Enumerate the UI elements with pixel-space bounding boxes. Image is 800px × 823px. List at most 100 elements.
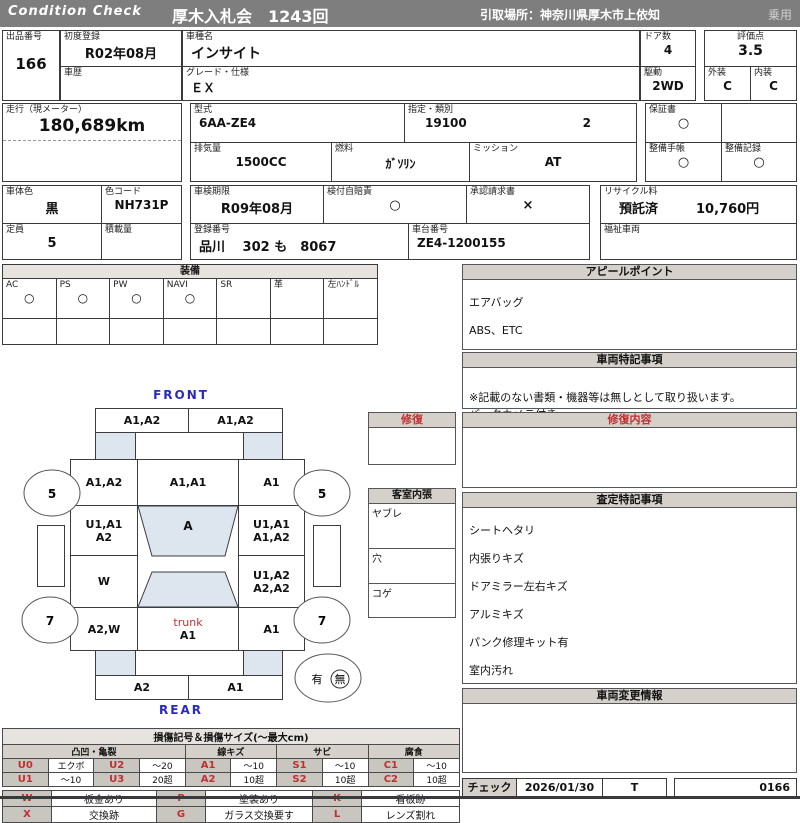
equip-pw: PW ○	[110, 279, 164, 318]
doors-value: 4	[663, 43, 673, 57]
model-code-cell: 型式 6AA-ZE4	[191, 104, 405, 142]
brand-logo: Condition Check	[8, 4, 142, 19]
vehicle-notes-title: 車両特記事項	[463, 353, 796, 368]
inspection-bottom-row: 登録番号 品川 302 も 8067 車台番号 ZE4-1200155	[191, 224, 589, 259]
equip-ps-value: ○	[77, 291, 89, 305]
legend-code: A1	[184, 758, 232, 773]
docs-top-row: 保証書 ○	[646, 104, 796, 143]
history-label: 車歴	[64, 68, 83, 78]
equip-empty-cell	[271, 319, 325, 344]
legend-group-dent: 凸凹・亀裂	[2, 744, 186, 759]
model-label: 車種名	[186, 32, 214, 42]
mileage-box: 走行（現メーター） 180,689km	[2, 103, 182, 182]
legend-val: ガラス交換要す	[205, 806, 313, 823]
class-cell: 指定・類別 19100 2	[405, 104, 636, 142]
legend-val: エクボ	[47, 758, 95, 773]
equip-empty-cell	[57, 319, 111, 344]
legend-size-table: 損傷記号＆損傷サイズ(～最大cm) 凸凹・亀裂 線キズ サビ 腐食 U0 エクボ …	[2, 728, 460, 787]
legend-mark-table: W板金あり P塗装あり K看板跡 X交換跡 Gガラス交換要す Lレンズ割れ	[2, 790, 460, 823]
exterior-label: 外装	[708, 68, 727, 78]
legend-code: U3	[93, 772, 141, 787]
equip-ac: AC ○	[3, 279, 57, 318]
check-label: チェック	[462, 778, 517, 797]
equip-leather-label: 革	[273, 280, 283, 290]
equip-sr-label: SR	[220, 280, 233, 290]
assessment-item: パンク修理キット有	[469, 636, 569, 649]
legend-group-rust: サビ	[276, 744, 369, 759]
repair-flag-box: 修復	[368, 412, 456, 465]
score-value: 3.5	[738, 43, 763, 59]
auction-title: 厚木入札会 1243回	[172, 7, 329, 26]
body-color-value: 黒	[45, 202, 59, 217]
transmission-value: AT	[544, 155, 562, 169]
drive-label: 駆動	[644, 68, 663, 78]
fuel-value: ｶﾞｿﾘﾝ	[385, 157, 416, 171]
ext-int-cells: 外装 C 内装 C	[705, 67, 796, 100]
warranty-label: 保証書	[649, 105, 677, 115]
chassis-cell: 車台番号 ZE4-1200155	[409, 224, 589, 259]
header-bar: Condition Check 厚木入札会 1243回 引取場所：神奈川県厚木市…	[0, 0, 800, 27]
assessment-item: 室内汚れ	[469, 664, 513, 677]
legend-val: 20超	[139, 772, 186, 787]
rear-window-shape	[137, 571, 239, 608]
maintenance-record-cell: 整備記録 ○	[722, 143, 796, 181]
displacement-label: 排気量	[194, 144, 222, 154]
lining-row-hole: 穴	[369, 549, 455, 584]
capacity-value: 5	[47, 236, 57, 251]
color-code-label: 色コード	[105, 187, 142, 197]
inspection-cell: 車検期限 R09年08月	[191, 186, 324, 223]
displacement-value: 1500CC	[235, 155, 287, 169]
inspection-top-row: 車検期限 R09年08月 検付自賠責 ○ 承認請求書 ×	[191, 186, 589, 224]
score-label: 評価点	[736, 32, 764, 42]
class-sub: 2	[582, 116, 591, 130]
lot-number-value: 166	[15, 55, 47, 73]
inspection-label: 車検期限	[194, 187, 231, 197]
displacement-cell: 排気量 1500CC	[191, 143, 332, 181]
chassis-value: ZE4-1200155	[417, 236, 506, 250]
warranty-value: ○	[677, 116, 690, 131]
recycle-box: リサイクル料 預託済 10,760円 福祉車両	[600, 185, 797, 260]
equip-leather: 革	[271, 279, 325, 318]
spare-yes-label: 有	[312, 672, 323, 686]
recycle-label: リサイクル料	[604, 187, 658, 197]
vehicle-class: 乗用	[767, 8, 792, 22]
lot-number-box: 出品番号 166	[2, 30, 60, 101]
history-cell: 車歴	[61, 67, 181, 100]
legend-code: C2	[367, 772, 415, 787]
legend-title: 損傷記号＆損傷サイズ(～最大cm)	[2, 728, 460, 745]
equip-ps: PS ○	[57, 279, 111, 318]
transmission-cell: ミッション AT	[470, 143, 636, 181]
check-row: チェック 2026/01/30 T 0166	[462, 778, 797, 797]
load-cell: 積載量	[102, 224, 181, 259]
legend-code: C1	[367, 758, 415, 773]
repair-detail-content	[463, 428, 796, 432]
legend-code: S1	[276, 758, 323, 773]
drive-cell: 駆動 2WD	[641, 67, 695, 100]
equip-lhd-label: 左ﾊﾝﾄﾞﾙ	[327, 280, 359, 290]
doors-drive-box: ドア数 4 駆動 2WD	[640, 30, 696, 101]
equip-navi-value: ○	[184, 291, 196, 305]
legend-code: U2	[93, 758, 141, 773]
vehicle-notes-note: ※記載のない書類・機器等は無しとして取り扱います。	[469, 391, 741, 404]
model-code-value: 6AA-ZE4	[199, 116, 257, 130]
docs-box: 保証書 ○ 整備手帳 ○ 整備記録 ○	[645, 103, 797, 182]
fuel-label: 燃料	[335, 144, 354, 154]
legend-val: ～10	[321, 758, 369, 773]
load-label: 積載量	[105, 225, 133, 235]
repair-flag-title: 修復	[369, 413, 455, 428]
score-box: 評価点 3.5 外装 C 内装 C	[704, 30, 797, 101]
class-label: 指定・類別	[408, 105, 454, 115]
assessment-panel: 査定特記事項 シートヘタリ 内張りキズ ドアミラー左右キズ アルミキズ パンク修…	[462, 492, 797, 705]
recycle-cell: リサイクル料 預託済 10,760円	[601, 186, 796, 224]
reg-no-cell: 登録番号 品川 302 も 8067	[191, 224, 409, 259]
reg-no-value: 品川 302 も 8067	[199, 240, 337, 255]
assessment-item: 内張りキズ	[469, 552, 524, 565]
maintenance-record-label: 整備記録	[725, 144, 762, 154]
body-color-label: 車体色	[6, 187, 34, 197]
diagram-overlay: A 5 5 7 7 有 無	[21, 469, 362, 703]
equip-navi-label: NAVI	[166, 280, 188, 290]
first-reg-value: R02年08月	[84, 47, 158, 62]
legend-val: 10超	[413, 772, 460, 787]
lining-row-tear: ヤブレ	[369, 504, 455, 549]
legend-code: U0	[2, 758, 49, 773]
